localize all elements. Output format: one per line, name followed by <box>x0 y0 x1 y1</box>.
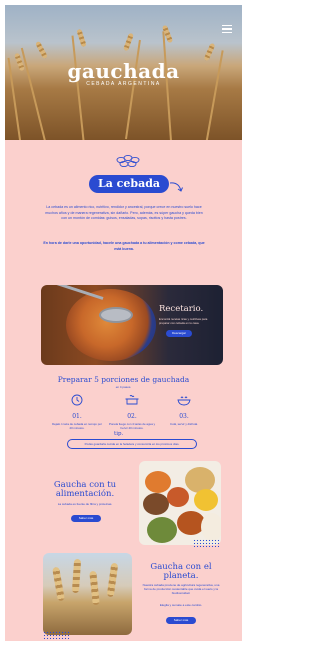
card-alimentacion-title: Gaucha con tu alimentación. <box>53 480 117 499</box>
portions-title: Preparar 5 porciones de gauchada <box>57 375 190 384</box>
step-number: 01. <box>72 413 82 420</box>
stew-pot-image <box>66 289 156 361</box>
hero-banner: gauchada CEBADA ARGENTINA <box>5 5 242 140</box>
card-alimentacion-description: La cebada es fuente de fibra y proteínas… <box>57 502 113 506</box>
card-planeta-button[interactable]: Saber más <box>166 617 196 624</box>
card-planeta-description: Nuestra cebada proviene de agricultura r… <box>142 583 220 596</box>
ladle-image <box>99 307 133 323</box>
card-alimentacion-button[interactable]: Saber más <box>71 515 101 522</box>
brand-tagline: CEBADA ARGENTINA <box>86 81 161 87</box>
curved-arrow-icon <box>169 182 183 192</box>
portion-step-3: 03. Colá, servir y disfrutá. <box>159 393 209 426</box>
recetario-banner: Recetario. Encontrá recetas ricas y nutr… <box>41 285 223 365</box>
card-planeta-title: Gaucha con el planeta. <box>150 562 212 581</box>
step-number: 02. <box>127 413 137 420</box>
section-title-la-cebada: La cebada <box>89 175 169 193</box>
portions-subtitle: en 4 pasos. <box>115 385 132 389</box>
barley-grains-icon <box>116 154 140 168</box>
intro-callout: En hora de darle una oportunidad, hacele… <box>43 241 205 251</box>
brand-logo[interactable]: gauchada <box>5 59 242 83</box>
page: gauchada CEBADA ARGENTINA La cebada La c… <box>5 5 242 641</box>
step-number: 03. <box>179 413 189 420</box>
clock-icon <box>71 394 83 406</box>
serving-bowl-icon <box>177 396 191 406</box>
card-planeta-callout: Elegila y sumate a este cambio. <box>159 603 203 607</box>
menu-icon[interactable] <box>222 25 232 33</box>
tip-box: Podés guardarla cocida en la heladera y … <box>67 439 197 449</box>
barley-field-image <box>43 553 132 635</box>
tip-label: tip. <box>114 431 124 437</box>
intro-paragraph: La cebada es un alimento rico, nutritivo… <box>45 205 203 220</box>
recetario-download-button[interactable]: Descargar <box>166 330 192 337</box>
stew-vegetables-image <box>139 461 221 545</box>
portion-step-1: 01. Dejalo 1 taza de cebada en remojo po… <box>52 393 102 430</box>
step-text: Ponela fuego con 4 tazas de agua y hervi… <box>108 422 156 430</box>
dotted-decoration <box>193 539 219 547</box>
cooking-pot-icon <box>125 395 139 405</box>
recetario-description: Encontrá recetas ricas y nutritivas para… <box>159 317 208 325</box>
step-text: Colá, servir y disfrutá. <box>170 422 198 426</box>
step-text: Dejalo 1 taza de cebada en remojo por 20… <box>52 422 102 430</box>
dotted-decoration <box>43 631 69 639</box>
portion-step-2: 02. Ponela fuego con 4 tazas de agua y h… <box>107 393 157 430</box>
recetario-title: Recetario. <box>159 304 204 314</box>
